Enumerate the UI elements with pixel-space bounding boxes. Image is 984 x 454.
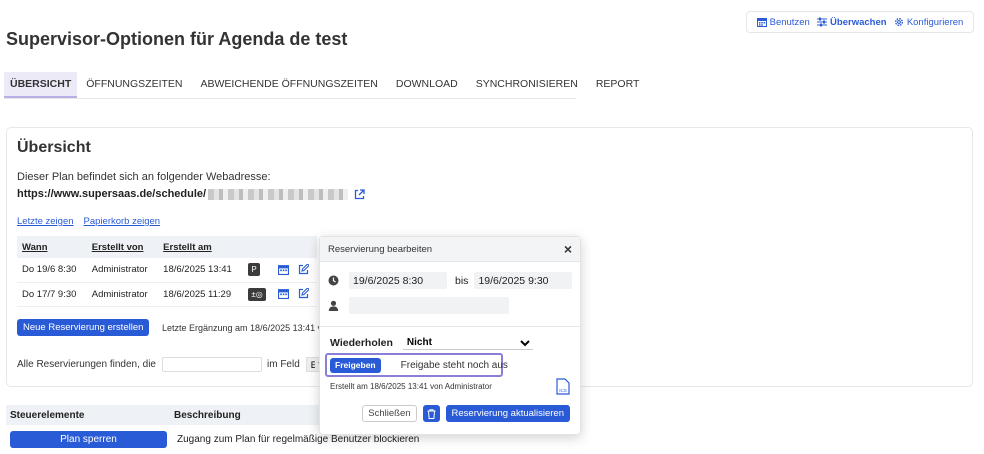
table-row: Do 19/6 8:30 Administrator 18/6/2025 13:…	[17, 258, 317, 283]
external-link-icon[interactable]	[354, 188, 365, 200]
cell-when: Do 19/6 8:30	[17, 258, 87, 283]
time-row: 19/6/2025 8:30 bis 19/6/2025 9:30	[328, 272, 573, 289]
nav-ueberwachen[interactable]: Überwachen	[817, 17, 887, 28]
find-field-label: im Feld	[266, 359, 300, 370]
find-input[interactable]	[161, 357, 262, 372]
nav-konfigurieren[interactable]: Konfigurieren	[894, 16, 964, 28]
divider	[320, 326, 580, 327]
controls-header: Steuerelemente Beschreibung	[6, 405, 336, 425]
gear-icon	[894, 18, 903, 26]
update-reservation-button[interactable]: Reservierung aktualisieren	[445, 405, 570, 422]
tab-synchronisieren[interactable]: SYNCHRONISIEREN	[467, 72, 587, 98]
to-label: bis	[455, 274, 469, 287]
list-links: Letzte zeigen Papierkorb zeigen	[17, 216, 160, 227]
delete-button[interactable]	[422, 405, 440, 422]
col-created-by[interactable]: Erstellt von	[86, 236, 159, 258]
edit-reservation-dialog: Reservierung bearbeiten × 19/6/2025 8:30…	[319, 236, 581, 435]
calendar-icon[interactable]	[277, 264, 289, 276]
cell-by: Administrator	[86, 282, 159, 307]
tab-bar: ÜBERSICHT ÖFFNUNGSZEITEN ABWEICHENDE ÖFF…	[4, 72, 639, 99]
lock-schedule-button[interactable]: Plan sperren	[10, 431, 167, 448]
last-addition-text: Letzte Ergänzung am 18/6/2025 13:41 von	[162, 323, 333, 333]
find-reservations: Alle Reservierungen finden, die im Feld …	[17, 357, 332, 372]
user-row	[328, 297, 509, 314]
tab-abweichende-oeffnungszeiten[interactable]: ABWEICHENDE ÖFFNUNGSZEITEN	[192, 72, 387, 98]
svg-text:ICS: ICS	[559, 388, 567, 393]
end-time-input[interactable]: 19/6/2025 9:30	[474, 272, 573, 289]
repeat-select[interactable]: Nicht	[402, 336, 533, 350]
lock-schedule-description: Zugang zum Plan für regelmäßige Benutzer…	[177, 434, 420, 445]
show-recent-link[interactable]: Letzte zeigen	[17, 216, 74, 227]
nav-ueberwachen-label: Überwachen	[830, 16, 887, 28]
overview-heading: Übersicht	[17, 139, 91, 156]
approve-button[interactable]: Freigeben	[330, 357, 381, 373]
start-time-input[interactable]: 19/6/2025 8:30	[349, 272, 447, 289]
user-input[interactable]	[349, 297, 509, 314]
tab-report[interactable]: REPORT	[587, 72, 649, 98]
nav-konfigurieren-label: Konfigurieren	[906, 16, 964, 28]
created-info: Erstellt am 18/6/2025 13:41 von Administ…	[330, 382, 492, 391]
cell-at: 18/6/2025 11:29	[158, 282, 244, 307]
cell-by: Administrator	[86, 258, 159, 283]
calendar-icon[interactable]	[277, 288, 289, 300]
ics-file-icon[interactable]: ICS	[556, 378, 570, 395]
close-button[interactable]: Schließen	[362, 405, 417, 422]
calendar-icon	[756, 18, 767, 27]
schedule-url-text: https://www.supersaas.de/schedule/	[17, 188, 207, 200]
edit-icon[interactable]	[298, 288, 309, 299]
tab-oeffnungszeiten[interactable]: ÖFFNUNGSZEITEN	[77, 72, 191, 98]
redacted-url-part	[208, 188, 349, 200]
edit-icon[interactable]	[298, 264, 309, 275]
dialog-footer: Schließen Reservierung aktualisieren	[320, 405, 580, 422]
clock-icon	[328, 275, 339, 286]
col-description: Beschreibung	[174, 409, 241, 421]
close-icon[interactable]: ×	[564, 241, 572, 257]
dialog-title: Reservierung bearbeiten	[328, 243, 433, 255]
repeat-row: Wiederholen Nicht	[330, 336, 533, 350]
cell-at: 18/6/2025 13:41	[158, 258, 244, 283]
nav-benutzen-label: Benutzen	[769, 16, 810, 28]
dialog-header: Reservierung bearbeiten ×	[320, 237, 580, 262]
status-badge: P	[248, 263, 260, 277]
new-reservation-button[interactable]: Neue Reservierung erstellen	[17, 319, 150, 336]
table-row: Do 17/7 9:30 Administrator 18/6/2025 11:…	[17, 282, 317, 307]
reservations-table: Wann Erstellt von Erstellt am Do 19/6 8:…	[17, 236, 317, 307]
nav-benutzen[interactable]: Benutzen	[756, 16, 810, 28]
approval-section: Freigeben Freigabe steht noch aus	[325, 353, 508, 377]
schedule-url: https://www.supersaas.de/schedule/	[17, 188, 365, 200]
table-header-row: Wann Erstellt von Erstellt am	[17, 236, 317, 258]
tab-uebersicht[interactable]: ÜBERSICHT	[4, 72, 78, 98]
sliders-icon	[817, 17, 828, 27]
tab-download[interactable]: DOWNLOAD	[387, 72, 467, 98]
user-icon	[328, 300, 339, 311]
status-badge: ±◎	[248, 287, 266, 301]
repeat-label: Wiederholen	[330, 337, 393, 349]
approval-status: Freigabe steht noch aus	[400, 359, 508, 371]
find-prefix-label: Alle Reservierungen finden, die	[17, 359, 156, 370]
trash-icon	[427, 408, 436, 419]
col-created-at[interactable]: Erstellt am	[158, 236, 244, 258]
cell-when: Do 17/7 9:30	[17, 282, 87, 307]
schedule-address-info: Dieser Plan befindet sich an folgender W…	[17, 171, 271, 183]
col-controls: Steuerelemente	[10, 409, 85, 421]
show-trash-link[interactable]: Papierkorb zeigen	[84, 216, 161, 227]
col-when[interactable]: Wann	[17, 236, 87, 258]
page-title: Supervisor-Optionen für Agenda de test	[6, 29, 348, 49]
top-nav: Benutzen Überwachen Konfigurieren	[746, 11, 974, 33]
